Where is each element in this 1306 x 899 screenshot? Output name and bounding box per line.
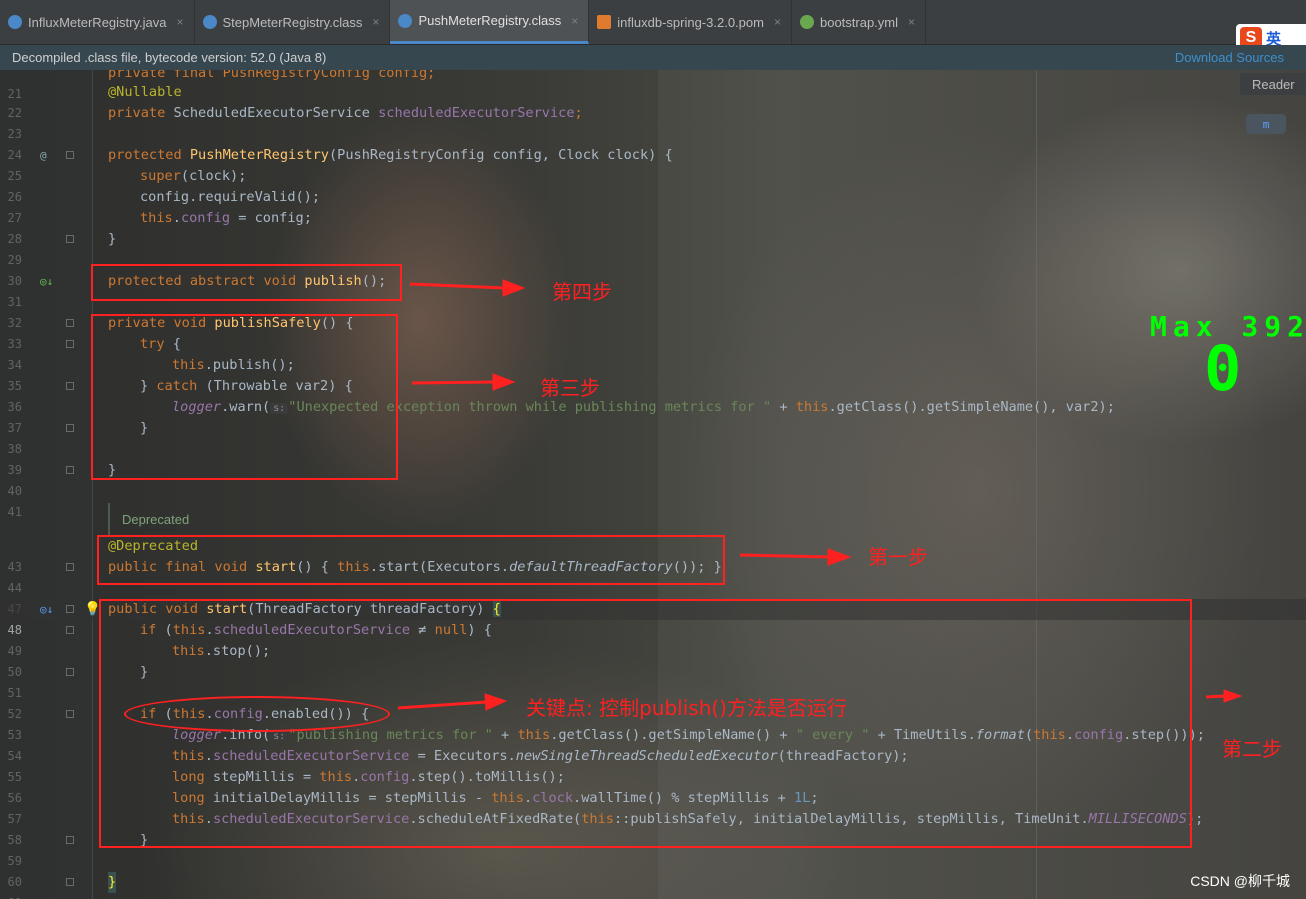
- code-line: 27 config.requireValid();: [0, 187, 1306, 225]
- code-line: 61 }: [0, 872, 1306, 899]
- fold-marker-icon[interactable]: [66, 710, 74, 718]
- code-line: 25 @ protected PushMeterRegistry(PushReg…: [0, 145, 1306, 183]
- fold-marker-icon[interactable]: [66, 235, 74, 243]
- code-line: 60: [0, 851, 1306, 889]
- tab-label: StepMeterRegistry.class: [222, 14, 363, 30]
- fold-marker-icon[interactable]: [66, 563, 74, 571]
- tab-label: bootstrap.yml: [819, 14, 899, 30]
- code-line: 22 @Nullable: [0, 82, 1306, 120]
- fold-marker-icon[interactable]: [66, 319, 74, 327]
- tab-label: InfluxMeterRegistry.java: [28, 14, 167, 30]
- code-line: 23 private ScheduledExecutorService sche…: [0, 103, 1306, 141]
- tab-step-meter-registry[interactable]: StepMeterRegistry.class ×: [195, 0, 391, 44]
- step2-label: 第二步: [1222, 737, 1282, 761]
- info-message: Decompiled .class file, bytecode version…: [12, 50, 327, 65]
- key-point-oval: [124, 696, 390, 732]
- class-file-icon: [202, 15, 217, 29]
- close-icon[interactable]: ×: [908, 15, 915, 29]
- code-line: 41: [0, 481, 1306, 519]
- csdn-watermark: CSDN @柳千城: [1190, 873, 1290, 889]
- fold-marker-icon[interactable]: [66, 605, 74, 613]
- fold-marker-icon[interactable]: [66, 151, 74, 159]
- fold-marker-icon[interactable]: [66, 466, 74, 474]
- code-line: 24: [0, 124, 1306, 162]
- code-text: }: [108, 231, 117, 247]
- close-icon[interactable]: ×: [372, 15, 379, 29]
- code-text: this.config = config;: [140, 210, 312, 226]
- step1-highlight-box: [97, 535, 725, 585]
- tab-influxdb-spring-pom[interactable]: influxdb-spring-3.2.0.pom ×: [589, 0, 792, 44]
- code-text: protected PushMeterRegistry(PushRegistry…: [108, 147, 673, 163]
- step3-highlight-box: [91, 314, 398, 480]
- fold-marker-icon[interactable]: [66, 382, 74, 390]
- fold-marker-icon[interactable]: [66, 340, 74, 348]
- fold-marker-icon[interactable]: [66, 836, 74, 844]
- step4-highlight-box: [91, 264, 402, 301]
- code-line: 29 }: [0, 229, 1306, 267]
- yaml-file-icon: [799, 15, 814, 29]
- fold-marker-icon[interactable]: [66, 424, 74, 432]
- decompiled-info-bar: Decompiled .class file, bytecode version…: [0, 45, 1306, 70]
- code-text: private ScheduledExecutorService schedul…: [108, 105, 583, 121]
- java-class-icon: [8, 15, 22, 29]
- implements-marker-icon[interactable]: ◎↓: [40, 599, 53, 620]
- code-text: }: [108, 872, 117, 893]
- fold-marker-icon[interactable]: [66, 668, 74, 676]
- key-point-label: 关键点: 控制publish()方法是否运行: [526, 696, 847, 720]
- tab-label: PushMeterRegistry.class: [418, 13, 562, 28]
- step3-label: 第三步: [540, 376, 600, 400]
- line-number: 41: [7, 505, 22, 519]
- close-icon[interactable]: ×: [774, 15, 781, 29]
- line-number: 61: [0, 893, 22, 899]
- tab-label: influxdb-spring-3.2.0.pom: [617, 14, 764, 30]
- fold-marker-icon[interactable]: [66, 626, 74, 634]
- fold-marker-icon[interactable]: [66, 878, 74, 886]
- override-marker-icon[interactable]: @: [40, 145, 47, 166]
- code-text: @Nullable: [108, 84, 182, 100]
- step4-label: 第四步: [552, 280, 612, 304]
- download-sources-link[interactable]: Download Sources: [1175, 50, 1284, 65]
- tab-push-meter-registry[interactable]: PushMeterRegistry.class ×: [390, 0, 590, 44]
- deprecated-doc-inlay[interactable]: Deprecated: [108, 503, 622, 537]
- code-line: 26 super(clock);: [0, 166, 1306, 204]
- close-icon[interactable]: ×: [571, 14, 578, 28]
- close-icon[interactable]: ×: [176, 15, 183, 29]
- tab-bootstrap-yml[interactable]: bootstrap.yml ×: [792, 0, 927, 44]
- code-text: config.requireValid();: [140, 189, 321, 205]
- maven-pom-icon: [597, 15, 612, 29]
- class-file-icon: [398, 13, 413, 28]
- step1-label: 第一步: [868, 545, 928, 569]
- tab-influx-meter-registry[interactable]: InfluxMeterRegistry.java ×: [0, 0, 195, 44]
- editor-tab-bar: InfluxMeterRegistry.java × StepMeterRegi…: [0, 0, 1306, 45]
- code-text: super(clock);: [140, 168, 247, 184]
- code-line: 28 this.config = config;: [0, 208, 1306, 246]
- implemented-marker-icon[interactable]: ◎↓: [40, 271, 53, 292]
